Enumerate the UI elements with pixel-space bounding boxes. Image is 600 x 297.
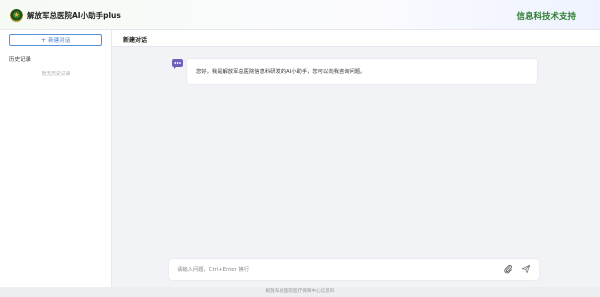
new-chat-label: 新建对话 bbox=[48, 38, 71, 44]
support-text: 信息科技术支持 bbox=[516, 12, 576, 22]
assistant-message: 您好，我是解放军总医院信息科研发的AI小助手，您可以向我咨询问题。 bbox=[187, 59, 537, 84]
footer: 解放军总医院医疗保障中心信息科 bbox=[0, 287, 600, 297]
app-title: 解放军总医院AI小助手plus bbox=[27, 11, 121, 20]
bot-avatar-icon bbox=[172, 59, 183, 69]
history-title: 历史记录 bbox=[9, 57, 32, 63]
chat-panel: 新建对话 您好，我是解放军总医院信息科研发的AI小助手，您可以向我咨询问题。 bbox=[112, 30, 600, 287]
hospital-emblem-icon bbox=[10, 9, 23, 22]
chat-input[interactable] bbox=[177, 264, 497, 275]
chat-header: 新建对话 bbox=[112, 30, 600, 47]
chat-title: 新建对话 bbox=[123, 37, 148, 44]
chat-input-box bbox=[169, 259, 539, 280]
new-chat-button[interactable]: + 新建对话 bbox=[9, 34, 102, 46]
top-bar: 解放军总医院AI小助手plus 信息科技术支持 bbox=[0, 0, 600, 30]
plus-icon: + bbox=[40, 35, 47, 44]
sidebar: + 新建对话 历史记录 暂无历史记录 bbox=[0, 30, 112, 287]
send-icon[interactable] bbox=[521, 264, 531, 274]
history-empty-text: 暂无历史记录 bbox=[41, 72, 71, 77]
paperclip-icon[interactable] bbox=[503, 264, 513, 274]
